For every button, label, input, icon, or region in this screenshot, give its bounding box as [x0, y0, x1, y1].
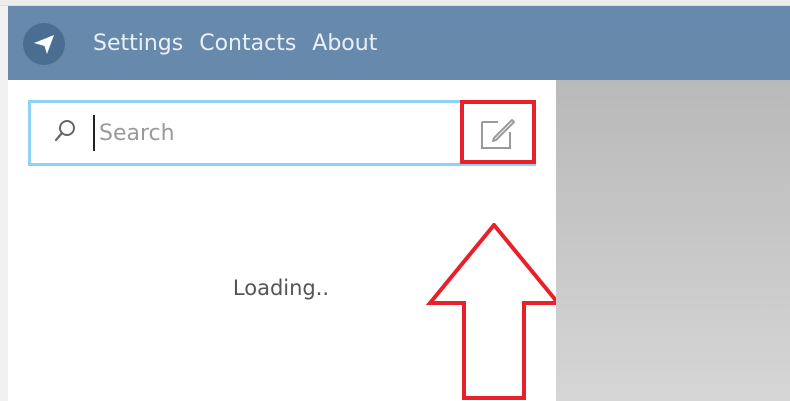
- window-left-edge: [0, 6, 8, 401]
- app-logo[interactable]: [23, 23, 65, 65]
- nav-contacts[interactable]: Contacts: [199, 31, 310, 56]
- sidebar: Loading..: [8, 80, 562, 401]
- compose-button[interactable]: [460, 100, 536, 164]
- compose-icon: [481, 119, 515, 149]
- nav-settings[interactable]: Settings: [93, 31, 197, 56]
- annotation-arrow: [426, 223, 562, 400]
- top-header: Settings Contacts About: [8, 6, 790, 80]
- top-nav: Settings Contacts About: [93, 6, 391, 80]
- loading-text: Loading..: [232, 276, 330, 300]
- content-pane: [556, 80, 790, 401]
- search-input[interactable]: [93, 115, 443, 151]
- nav-about[interactable]: About: [312, 31, 391, 56]
- search-icon: [54, 120, 75, 142]
- paper-plane-icon: [34, 35, 54, 54]
